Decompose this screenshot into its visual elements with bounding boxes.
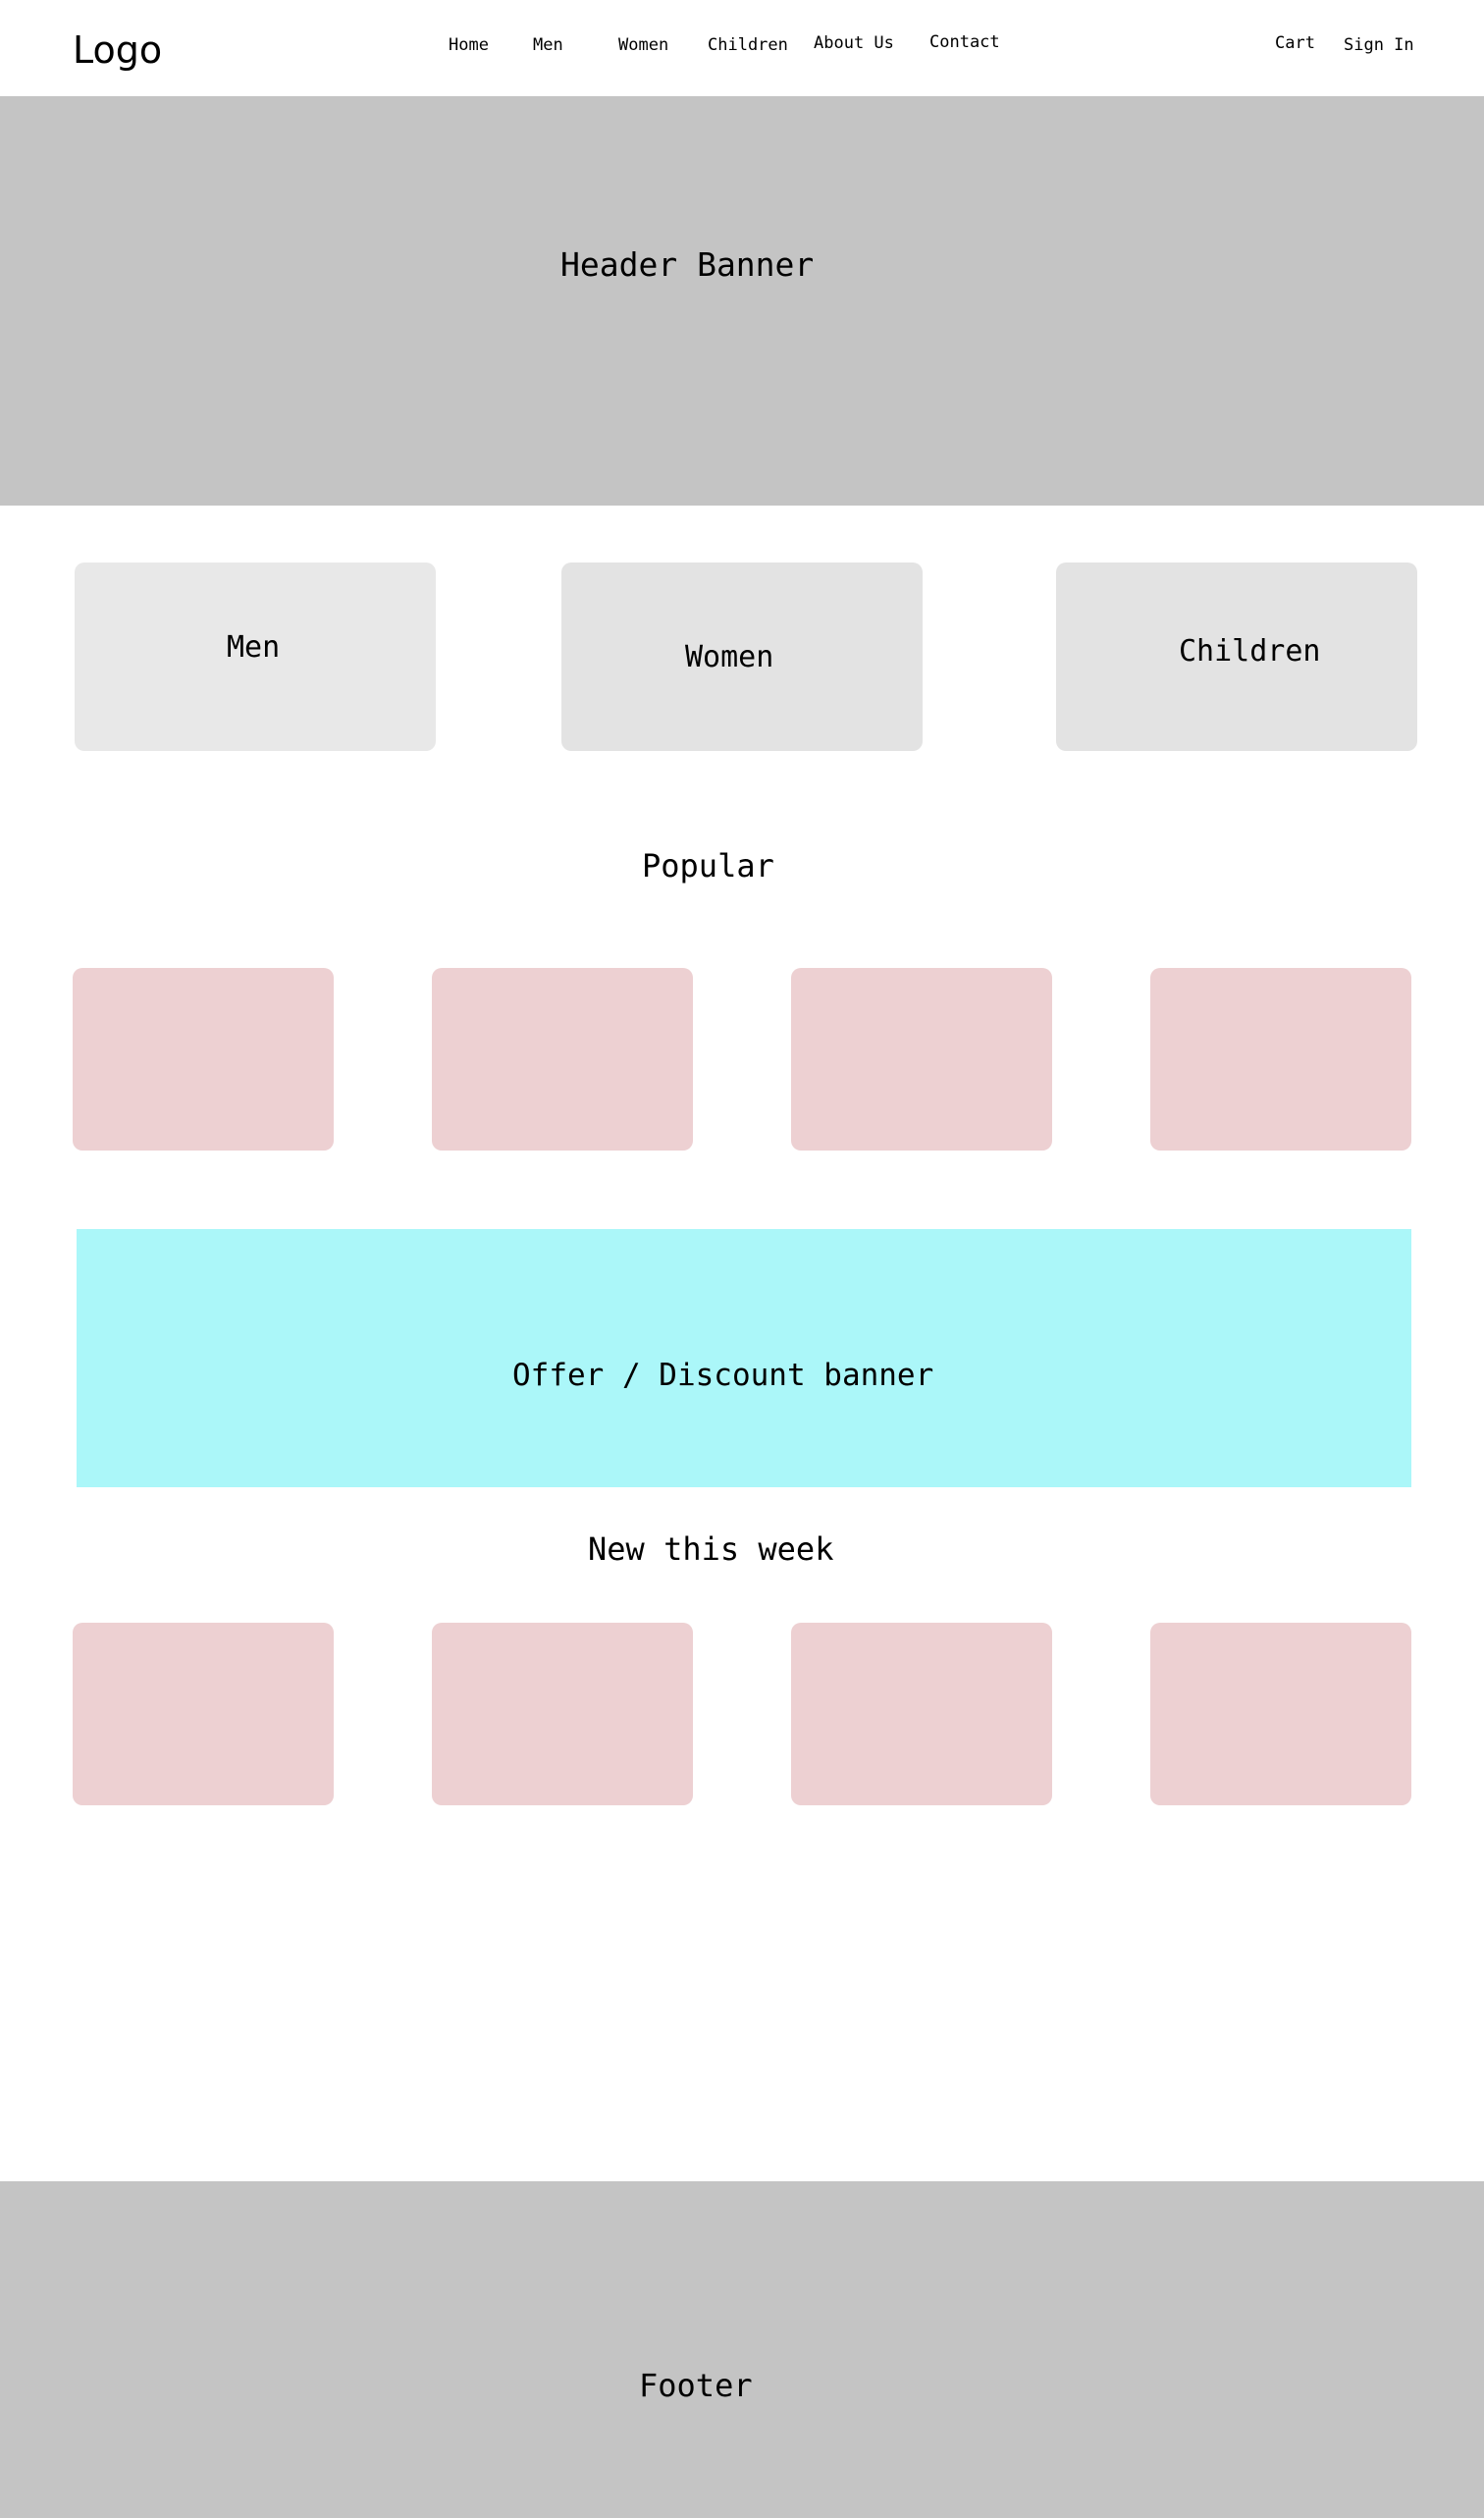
new-product-card-3[interactable] bbox=[791, 1623, 1052, 1805]
header-banner-title: Header Banner bbox=[560, 245, 815, 284]
header-banner[interactable]: Header Banner bbox=[0, 96, 1484, 506]
footer: Footer bbox=[0, 2181, 1484, 2518]
popular-product-card-4[interactable] bbox=[1150, 968, 1411, 1151]
popular-product-card-1[interactable] bbox=[73, 968, 334, 1151]
category-label-children: Children bbox=[1179, 634, 1321, 669]
top-navigation-bar: Logo Home Men Women Children About Us Co… bbox=[0, 0, 1484, 96]
new-product-card-1[interactable] bbox=[73, 1623, 334, 1805]
popular-product-card-3[interactable] bbox=[791, 968, 1052, 1151]
new-product-card-2[interactable] bbox=[432, 1623, 693, 1805]
category-label-men: Men bbox=[227, 630, 281, 665]
nav-link-children[interactable]: Children bbox=[708, 34, 788, 56]
offer-discount-banner[interactable]: Offer / Discount banner bbox=[77, 1229, 1411, 1487]
new-product-card-4[interactable] bbox=[1150, 1623, 1411, 1805]
category-card-women[interactable]: Women bbox=[561, 563, 923, 751]
cart-link[interactable]: Cart bbox=[1275, 32, 1315, 54]
nav-link-home[interactable]: Home bbox=[449, 34, 489, 56]
popular-section-title: Popular bbox=[642, 847, 774, 884]
logo[interactable]: Logo bbox=[73, 27, 162, 73]
new-this-week-section-title: New this week bbox=[588, 1530, 834, 1568]
sign-in-link[interactable]: Sign In bbox=[1344, 34, 1414, 56]
category-card-children[interactable]: Children bbox=[1056, 563, 1417, 751]
footer-title: Footer bbox=[639, 2367, 753, 2404]
nav-link-contact[interactable]: Contact bbox=[929, 31, 1000, 53]
popular-product-card-2[interactable] bbox=[432, 968, 693, 1151]
offer-banner-title: Offer / Discount banner bbox=[512, 1358, 934, 1393]
nav-link-men[interactable]: Men bbox=[533, 34, 563, 56]
nav-link-about-us[interactable]: About Us bbox=[814, 32, 894, 54]
nav-link-women[interactable]: Women bbox=[618, 34, 668, 56]
category-card-men[interactable]: Men bbox=[75, 563, 436, 751]
category-label-women: Women bbox=[685, 640, 774, 674]
